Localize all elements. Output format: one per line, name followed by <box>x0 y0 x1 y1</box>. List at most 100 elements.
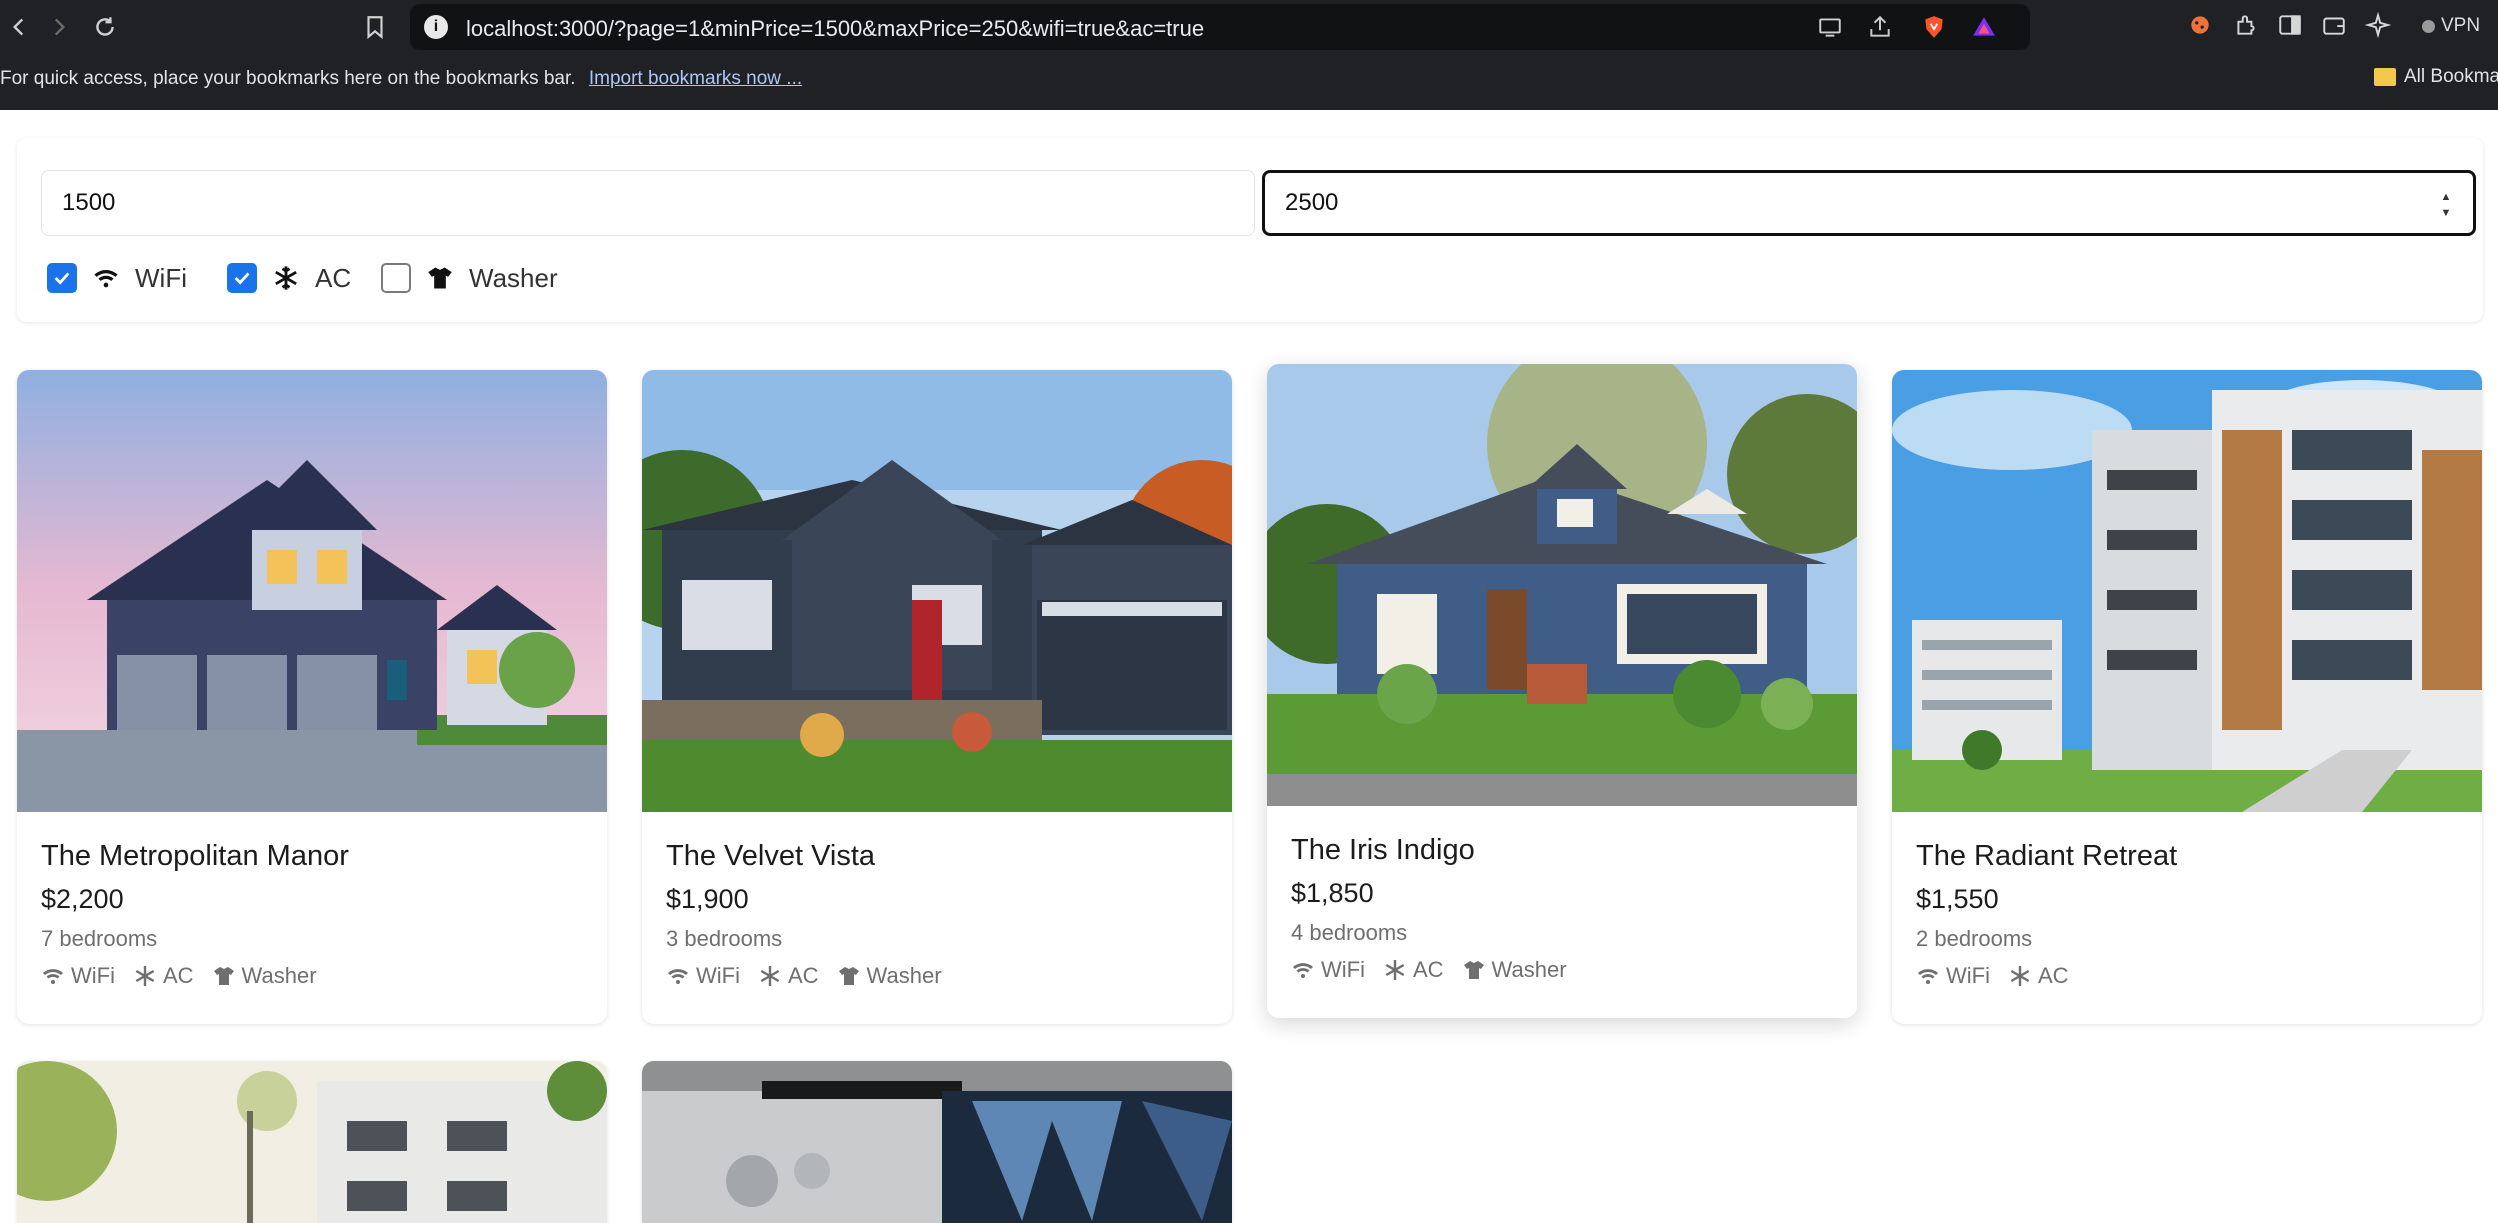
number-spinner[interactable]: ▲ ▼ <box>2435 191 2457 219</box>
snowflake-icon <box>1385 960 1405 980</box>
brave-rewards-icon[interactable] <box>1970 13 1998 41</box>
listing-amenity-wifi: WiFi <box>1291 957 1365 983</box>
listing-amenities: WiFi AC Washer <box>41 963 317 989</box>
wifi-icon <box>43 969 63 984</box>
listing-title[interactable]: The Iris Indigo <box>1291 834 1475 867</box>
listing-amenity-wifi: WiFi <box>1916 963 1990 989</box>
listing-amenities: WiFi AC Washer <box>666 963 942 989</box>
listing-bedrooms: 3 bedrooms <box>666 926 783 951</box>
listing-title[interactable]: The Metropolitan Manor <box>41 840 349 873</box>
spinner-up-icon[interactable]: ▲ <box>2441 191 2452 203</box>
listing-amenity-ac: AC <box>758 963 819 989</box>
vpn-button[interactable]: VPN <box>2410 12 2492 40</box>
amenity-label: WiFi <box>1321 957 1365 982</box>
amenity-filter-wifi[interactable]: WiFi <box>47 260 187 296</box>
amenity-label: Washer <box>241 963 317 988</box>
min-price-value: 1500 <box>62 189 116 216</box>
amenity-label: AC <box>787 963 819 988</box>
filter-panel: 1500 2500 ▲ ▼ WiFi AC Washer <box>17 138 2483 322</box>
snowflake-icon <box>135 966 155 986</box>
listing-card[interactable] <box>642 1061 1232 1223</box>
ac-checkbox[interactable] <box>227 263 257 293</box>
vpn-status-icon <box>2422 19 2435 33</box>
reload-icon[interactable] <box>86 8 124 46</box>
import-bookmarks-link[interactable]: Import bookmarks now ... <box>589 68 802 89</box>
min-price-input[interactable]: 1500 <box>41 170 1255 236</box>
listing-amenity-washer: Washer <box>837 963 942 989</box>
snowflake-icon <box>271 263 301 293</box>
vpn-label: VPN <box>2441 15 2481 36</box>
listing-card[interactable]: The Radiant Retreat $1,550 2 bedrooms Wi… <box>1892 370 2482 1024</box>
address-bar[interactable]: i localhost:3000/?page=1&minPrice=1500&m… <box>410 4 2030 50</box>
spinner-down-icon[interactable]: ▼ <box>2441 207 2452 219</box>
wifi-icon <box>91 263 121 293</box>
max-price-value: 2500 <box>1285 189 1339 216</box>
shirt-icon <box>838 967 859 985</box>
listing-price: $1,900 <box>666 884 749 914</box>
listing-image[interactable] <box>17 370 607 812</box>
listing-image[interactable] <box>642 1061 1232 1223</box>
listing-amenity-wifi: WiFi <box>41 963 115 989</box>
shirt-icon <box>213 967 234 985</box>
listing-amenity-ac: AC <box>1383 957 1444 983</box>
listing-amenity-washer: Washer <box>212 963 317 989</box>
listing-image[interactable] <box>642 370 1232 812</box>
listing-title[interactable]: The Velvet Vista <box>666 840 875 873</box>
max-price-input[interactable]: 2500 ▲ ▼ <box>1262 170 2476 236</box>
brave-shield-icon[interactable] <box>1920 13 1948 41</box>
sidebar-icon[interactable] <box>2276 11 2304 39</box>
folder-icon <box>2374 68 2396 86</box>
listing-bedrooms: 2 bedrooms <box>1916 926 2033 951</box>
listing-image[interactable] <box>17 1061 607 1223</box>
wifi-icon <box>668 969 688 984</box>
listing-price: $1,850 <box>1291 878 1374 908</box>
washer-label: Washer <box>469 262 558 293</box>
listing-image[interactable] <box>1267 364 1857 806</box>
listing-card[interactable]: The Velvet Vista $1,900 3 bedrooms WiFi … <box>642 370 1232 1024</box>
bookmark-icon[interactable] <box>356 8 394 46</box>
listing-card[interactable] <box>17 1061 607 1223</box>
forward-icon[interactable] <box>40 8 78 46</box>
all-bookmarks-button[interactable]: All Bookma <box>2374 66 2498 88</box>
listing-title[interactable]: The Radiant Retreat <box>1916 840 2177 873</box>
listing-amenity-ac: AC <box>133 963 194 989</box>
listing-bedrooms: 7 bedrooms <box>41 926 158 951</box>
listing-amenities: WiFi AC Washer <box>1291 957 1567 983</box>
listing-amenities: WiFi AC <box>1916 963 2069 989</box>
bookmarks-prompt-text: For quick access, place your bookmarks h… <box>0 68 576 89</box>
listing-card[interactable]: The Metropolitan Manor $2,200 7 bedrooms… <box>17 370 607 1024</box>
amenity-label: WiFi <box>696 963 740 988</box>
listing-bedrooms: 4 bedrooms <box>1291 920 1408 945</box>
listing-amenity-ac: AC <box>2008 963 2069 989</box>
snowflake-icon <box>760 966 780 986</box>
browser-chrome: i localhost:3000/?page=1&minPrice=1500&m… <box>0 0 2498 110</box>
extensions-icon[interactable] <box>2232 11 2260 39</box>
amenity-filter-ac[interactable]: AC <box>227 260 351 296</box>
wallet-icon[interactable] <box>2320 11 2348 39</box>
listing-image[interactable] <box>1892 370 2482 812</box>
url-text[interactable]: localhost:3000/?page=1&minPrice=1500&max… <box>466 16 1204 42</box>
snowflake-icon <box>2010 966 2030 986</box>
listing-price: $2,200 <box>41 884 124 914</box>
washer-checkbox[interactable] <box>381 263 411 293</box>
wifi-checkbox[interactable] <box>47 263 77 293</box>
wifi-icon <box>1293 963 1313 978</box>
shirt-icon <box>1463 961 1484 979</box>
back-icon[interactable] <box>0 8 38 46</box>
cast-icon[interactable] <box>1816 13 1844 41</box>
amenity-label: Washer <box>866 963 942 988</box>
bookmarks-prompt: For quick access, place your bookmarks h… <box>0 68 802 90</box>
listing-card[interactable]: The Iris Indigo $1,850 4 bedrooms WiFi A… <box>1267 364 1857 1018</box>
site-info-icon[interactable]: i <box>424 15 448 39</box>
wifi-label: WiFi <box>135 262 187 293</box>
listing-amenity-washer: Washer <box>1462 957 1567 983</box>
amenity-label: Washer <box>1491 957 1567 982</box>
amenity-filter-washer[interactable]: Washer <box>381 260 558 296</box>
amenity-label: AC <box>2037 963 2069 988</box>
ac-label: AC <box>315 262 352 293</box>
amenity-label: WiFi <box>1946 963 1990 988</box>
amenity-label: AC <box>1412 957 1444 982</box>
leo-ai-icon[interactable] <box>2364 11 2392 39</box>
share-icon[interactable] <box>1866 13 1894 41</box>
cookie-icon[interactable] <box>2186 11 2214 39</box>
